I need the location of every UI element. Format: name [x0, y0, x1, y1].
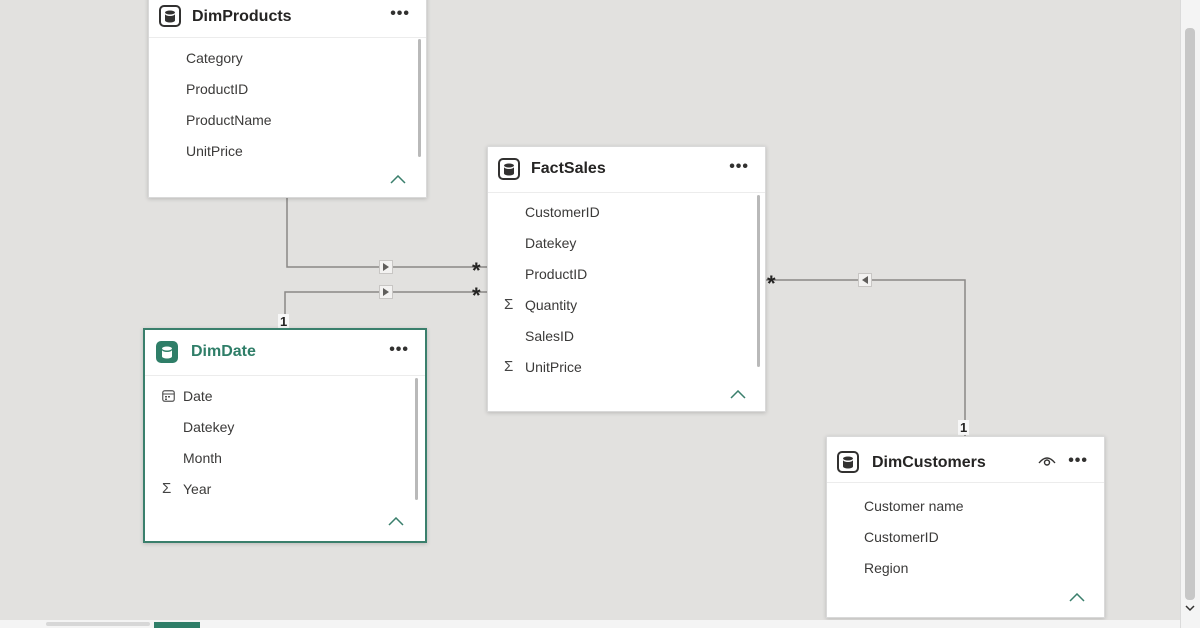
field-list-scrollbar[interactable] [418, 39, 421, 157]
cardinality-many-customers: * [767, 271, 776, 296]
field-item[interactable]: Σ Quantity [488, 290, 751, 321]
field-item[interactable]: Datekey [145, 412, 411, 443]
table-header[interactable]: FactSales ••• [488, 147, 765, 193]
chevron-up-icon[interactable] [388, 517, 404, 526]
triangle-left-icon [862, 276, 868, 284]
table-header[interactable]: DimProducts ••• [149, 1, 426, 38]
field-item[interactable]: Σ UnitPrice [488, 352, 751, 383]
field-item[interactable]: Σ Year [145, 474, 411, 505]
table-header[interactable]: DimCustomers ••• [827, 437, 1104, 483]
field-list-scrollbar[interactable] [757, 195, 760, 367]
more-options-icon[interactable]: ••• [389, 342, 409, 358]
model-canvas[interactable]: * * * 1 1 DimProducts ••• Category Produ… [0, 0, 1180, 620]
horizontal-scroll-thumb[interactable] [46, 622, 150, 626]
database-icon [498, 158, 520, 180]
cardinality-one-date: 1 [278, 314, 290, 329]
active-page-tab-indicator[interactable] [154, 622, 200, 628]
database-icon [837, 451, 859, 473]
sigma-icon: Σ [162, 480, 172, 497]
field-item[interactable]: Month [145, 443, 411, 474]
field-item[interactable]: CustomerID [488, 197, 751, 228]
field-list-scrollbar[interactable] [415, 378, 418, 500]
field-item[interactable]: Datekey [488, 228, 751, 259]
filter-direction-marker-date[interactable] [379, 285, 393, 299]
table-card-factsales[interactable]: FactSales ••• CustomerID Datekey Product… [487, 146, 766, 412]
vertical-scroll-thumb[interactable] [1185, 28, 1195, 600]
triangle-right-icon [383, 263, 389, 271]
table-header[interactable]: DimDate ••• [145, 330, 425, 376]
eye-icon[interactable] [1038, 455, 1056, 467]
field-item[interactable]: Customer name [827, 491, 1090, 522]
more-options-icon[interactable]: ••• [390, 6, 410, 22]
field-item[interactable]: Region [827, 553, 1090, 584]
table-title: DimProducts [192, 8, 292, 25]
canvas-horizontal-scrollbar[interactable] [0, 620, 1180, 628]
relationship-line-sales-customers [766, 279, 966, 436]
sigma-icon: Σ [504, 296, 514, 313]
field-item[interactable]: UnitPrice [149, 136, 412, 167]
database-icon [159, 5, 181, 27]
calendar-icon [162, 390, 175, 402]
canvas-vertical-scrollbar[interactable] [1180, 0, 1200, 628]
sigma-icon: Σ [504, 358, 514, 375]
chevron-up-icon[interactable] [730, 390, 746, 399]
chevron-up-icon[interactable] [390, 175, 406, 184]
triangle-right-icon [383, 288, 389, 296]
table-title: DimCustomers [872, 454, 986, 471]
cardinality-many-products: * [472, 258, 481, 283]
cardinality-many-date: * [472, 283, 481, 308]
field-item[interactable]: ProductID [149, 74, 412, 105]
field-item[interactable]: Category [149, 43, 412, 74]
more-options-icon[interactable]: ••• [1068, 453, 1088, 469]
table-card-dimproducts[interactable]: DimProducts ••• Category ProductID Produ… [148, 0, 427, 198]
table-title: DimDate [191, 343, 256, 360]
filter-direction-marker-customers[interactable] [858, 273, 872, 287]
relationship-line-products-sales [286, 198, 487, 268]
database-icon [156, 341, 178, 363]
field-item[interactable]: ProductID [488, 259, 751, 290]
cardinality-one-customers: 1 [958, 420, 970, 435]
field-item[interactable]: Date [145, 381, 411, 412]
chevron-up-icon[interactable] [1069, 593, 1085, 602]
table-card-dimdate[interactable]: DimDate ••• Date Datekey Month Σ Year [143, 328, 427, 543]
filter-direction-marker-products[interactable] [379, 260, 393, 274]
field-item[interactable]: CustomerID [827, 522, 1090, 553]
table-card-dimcustomers[interactable]: DimCustomers ••• Customer name CustomerI… [826, 436, 1105, 618]
more-options-icon[interactable]: ••• [729, 159, 749, 175]
scroll-down-arrow-icon[interactable] [1185, 604, 1195, 612]
table-title: FactSales [531, 160, 606, 177]
field-item[interactable]: ProductName [149, 105, 412, 136]
field-item[interactable]: SalesID [488, 321, 751, 352]
